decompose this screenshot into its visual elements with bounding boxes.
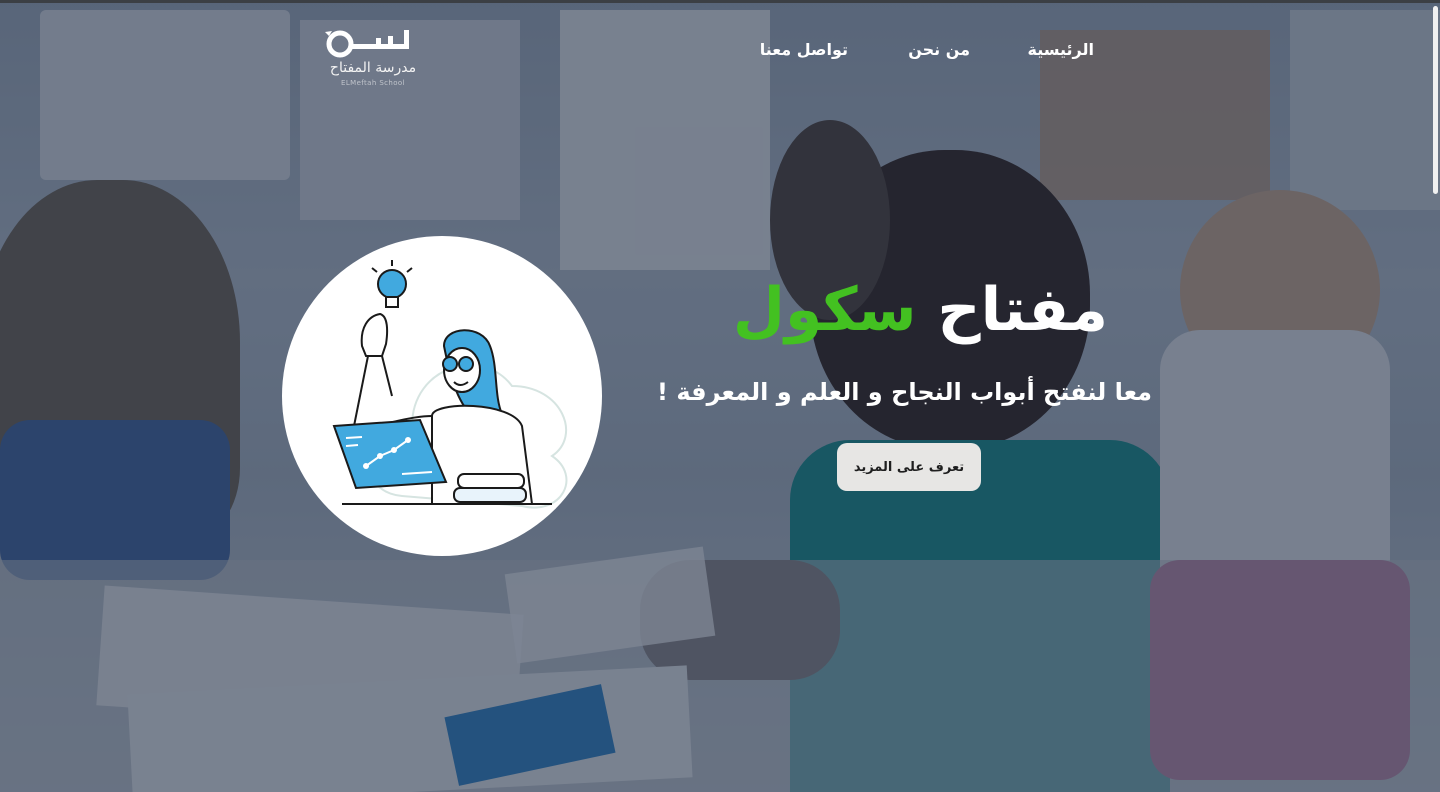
hero-subtitle: معا لنفتح أبواب النجاح و العلم و المعرفة… xyxy=(657,378,1152,406)
window-top-border xyxy=(0,0,1440,3)
hero-illustration xyxy=(282,236,602,556)
hero-title-accent: سكول xyxy=(732,275,917,345)
nav-item-about[interactable]: من نحن xyxy=(890,40,970,64)
learn-more-button[interactable]: تعرف على المزيد xyxy=(837,443,981,491)
logo-subtext: ELMeftah School xyxy=(341,79,405,87)
page-scrollbar[interactable] xyxy=(1433,6,1438,194)
student-lightbulb-laptop-icon xyxy=(332,260,568,509)
nav-item-contact[interactable]: تواصل معنا xyxy=(740,40,848,64)
hero-title: مفتاح سكول xyxy=(733,270,1108,350)
logo-text: مدرسة المفتاح xyxy=(329,60,417,76)
nav-item-home[interactable]: الرئيسية xyxy=(1010,40,1095,64)
hero-title-main: مفتاح xyxy=(937,275,1108,345)
